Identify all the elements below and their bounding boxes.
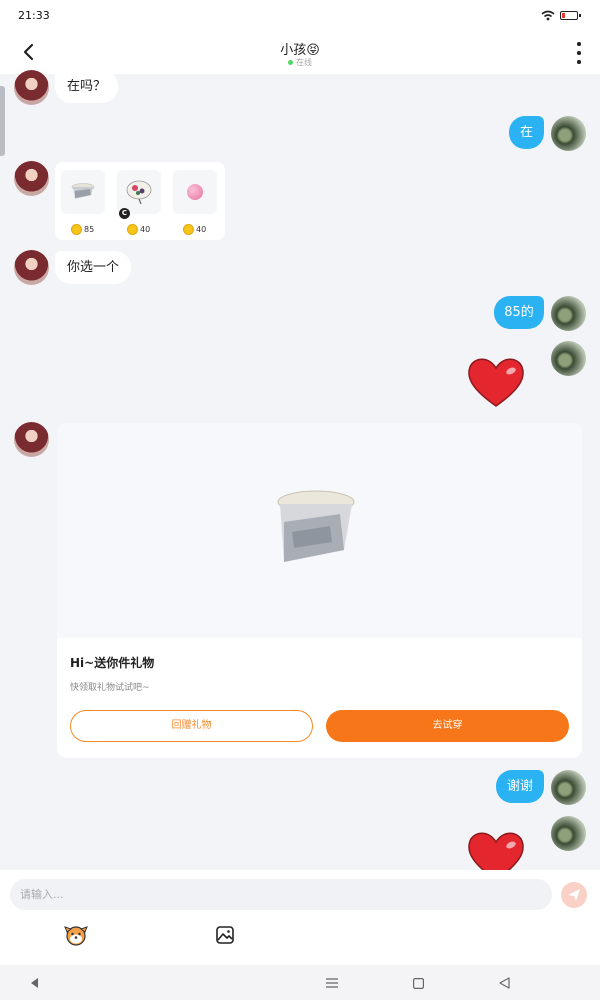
triangle-outline-left-icon (498, 977, 510, 989)
hat-icon (61, 170, 105, 214)
status-time: 21:33 (18, 9, 50, 22)
nav-recents-button[interactable] (494, 973, 514, 993)
message-bubble-sent: 在 (509, 116, 544, 149)
input-area (0, 870, 600, 965)
message-input[interactable] (10, 879, 552, 910)
gift-options: 85 C 40 40 (55, 162, 225, 240)
nav-menu-button[interactable] (322, 973, 342, 993)
message-bubble-sent: 谢谢 (496, 770, 544, 803)
message-bubble-received: 你选一个 (55, 251, 132, 284)
system-nav-bar (0, 965, 600, 1000)
triangle-left-icon (31, 978, 38, 988)
gift-price: 85 (71, 224, 94, 235)
wifi-icon (541, 10, 555, 21)
more-options-button[interactable] (572, 42, 586, 64)
chat-header: 小孩😝 在线 (0, 32, 600, 74)
status-icons (541, 10, 581, 21)
gift-price: 40 (127, 224, 150, 235)
gift-card[interactable]: Hi~送你件礼物 快领取礼物试试吧~ 回赠礼物 去试穿 (57, 423, 582, 758)
my-avatar[interactable] (551, 770, 586, 805)
menu-icon (326, 978, 338, 988)
coin-icon (127, 224, 138, 235)
my-avatar[interactable] (551, 296, 586, 331)
side-handle[interactable] (0, 86, 5, 156)
coin-icon (71, 224, 82, 235)
coin-icon (183, 224, 194, 235)
gift-option[interactable]: 85 (57, 166, 109, 236)
gift-badge: C (119, 208, 130, 219)
nav-home-button[interactable] (408, 973, 428, 993)
battery-icon (560, 11, 581, 20)
chat-title: 小孩😝 (280, 43, 320, 58)
send-icon (568, 889, 580, 901)
hat-icon (277, 490, 355, 562)
message-bubble-received: 在吗？ (55, 70, 119, 103)
my-avatar[interactable] (551, 816, 586, 851)
my-avatar[interactable] (551, 116, 586, 151)
send-button[interactable] (561, 882, 587, 908)
gift-card-image (57, 423, 582, 638)
contact-avatar[interactable] (14, 422, 49, 457)
online-status-label: 在线 (296, 58, 312, 67)
emoji-sticker-button[interactable] (64, 923, 88, 947)
contact-avatar[interactable] (14, 250, 49, 285)
image-icon (216, 926, 234, 944)
gift-price: 40 (183, 224, 206, 235)
contact-avatar[interactable] (14, 70, 49, 105)
return-gift-button[interactable]: 回赠礼物 (70, 710, 313, 742)
pink-ball-icon (173, 170, 217, 214)
message-bubble-sent: 85的 (494, 296, 544, 329)
try-on-button[interactable]: 去试穿 (326, 710, 569, 742)
status-bar: 21:33 (0, 0, 600, 32)
my-avatar[interactable] (551, 341, 586, 376)
dog-face-icon (64, 926, 88, 946)
gift-card-subtitle: 快领取礼物试试吧~ (70, 683, 150, 693)
gift-card-title: Hi~送你件礼物 (70, 656, 155, 670)
heart-sticker-icon (468, 358, 524, 407)
online-dot-icon (288, 60, 293, 65)
image-picker-button[interactable] (213, 923, 237, 947)
contact-avatar[interactable] (14, 161, 49, 196)
online-status: 在线 (0, 57, 600, 68)
gift-option[interactable]: C 40 (113, 166, 165, 236)
gift-option[interactable]: 40 (169, 166, 221, 236)
square-icon (412, 977, 424, 989)
nav-back-button[interactable] (25, 973, 45, 993)
